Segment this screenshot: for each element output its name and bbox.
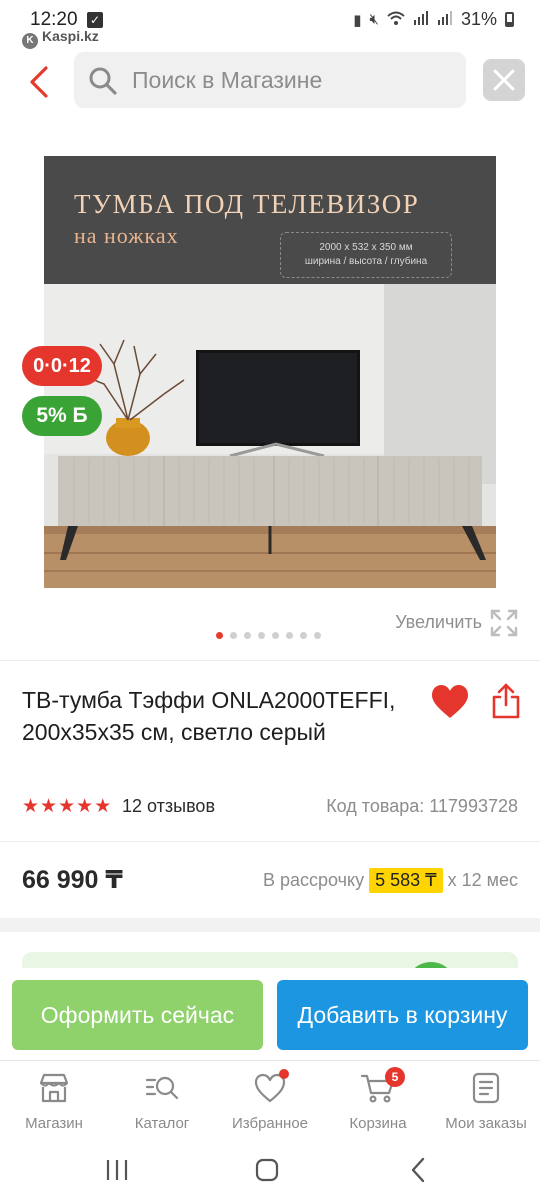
- tv-stand-photo: [44, 284, 496, 588]
- status-bar: 12:20 ✓ K Kaspi.kz ▮ 🔇︎ 31%: [0, 0, 540, 49]
- system-back-icon[interactable]: [399, 1154, 439, 1186]
- divider: [0, 841, 540, 842]
- status-indicators: ▮ 🔇︎ 31%: [353, 9, 514, 30]
- product-image-subtitle: на ножках: [74, 223, 179, 248]
- installment-prefix: В рассрочку: [262, 870, 365, 890]
- star-icon: ★: [58, 796, 76, 817]
- carousel-dot[interactable]: [286, 632, 293, 639]
- checkout-now-button[interactable]: Оформить сейчас: [12, 980, 263, 1050]
- section-divider: [0, 918, 540, 932]
- action-bar: Оформить сейчас Добавить в корзину: [0, 968, 540, 1060]
- orders-icon: [432, 1071, 540, 1105]
- carousel-dot[interactable]: [216, 632, 223, 639]
- kaspi-logo-icon: K: [22, 33, 38, 49]
- catalog-search-icon: [108, 1071, 216, 1105]
- cart-icon: [324, 1071, 432, 1105]
- dimensions-caption: ширина / высота / глубина: [304, 256, 428, 267]
- status-app-label: K Kaspi.kz: [22, 28, 99, 49]
- recent-apps-icon[interactable]: [97, 1154, 137, 1186]
- sim-icon: ▮: [353, 11, 362, 29]
- add-to-cart-button[interactable]: Добавить в корзину: [277, 980, 528, 1050]
- bottom-tab-bar: Магазин Каталог Избранное 5 Корзина Мои …: [0, 1060, 540, 1140]
- installment-amount: 5 583 ₸: [369, 868, 443, 893]
- close-icon: [493, 69, 515, 91]
- tab-cart[interactable]: 5 Корзина: [324, 1067, 432, 1132]
- status-app-name: Kaspi.kz: [42, 28, 99, 44]
- tab-shop[interactable]: Магазин: [0, 1071, 108, 1132]
- mute-icon: 🔇︎: [369, 11, 379, 28]
- signal-icon-1: [413, 10, 429, 29]
- heart-icon: [216, 1071, 324, 1105]
- tab-label: Мои заказы: [445, 1115, 527, 1132]
- product-image-title: ТУМБА ПОД ТЕЛЕВИЗОР: [74, 189, 420, 219]
- cart-count-badge: 5: [385, 1067, 405, 1087]
- wifi-icon: [387, 11, 405, 29]
- carousel-dot[interactable]: [258, 632, 265, 639]
- product-title: ТВ-тумба Тэффи ONLA2000TEFFI, 200x35x35 …: [22, 687, 396, 745]
- carousel-indicator: [216, 632, 321, 639]
- dimensions-value: 2000 x 532 x 350 мм: [319, 242, 413, 253]
- carousel-dot[interactable]: [272, 632, 279, 639]
- installment-suffix: x 12 мес: [447, 870, 518, 890]
- installment-info: В рассрочку 5 583 ₸ x 12 мес: [263, 868, 518, 893]
- rating-stars: ★ ★ ★ ★ ★: [22, 797, 111, 817]
- tab-label: Магазин: [25, 1115, 83, 1132]
- expand-icon[interactable]: [489, 608, 519, 643]
- share-icon[interactable]: [491, 683, 521, 724]
- tab-favorites[interactable]: Избранное: [216, 1069, 324, 1132]
- tab-label: Каталог: [134, 1115, 190, 1132]
- zoom-button-label[interactable]: Увеличить: [395, 612, 482, 633]
- shop-icon: [0, 1071, 108, 1105]
- signal-icon-2: [437, 10, 453, 29]
- star-icon: ★: [76, 796, 94, 817]
- star-icon: ★: [22, 796, 40, 817]
- search-icon: [88, 66, 118, 101]
- star-icon: ★: [40, 796, 58, 817]
- system-nav-bar: [0, 1140, 540, 1200]
- tab-orders[interactable]: Мои заказы: [432, 1071, 540, 1132]
- reviews-link[interactable]: 12 отзывов: [122, 796, 215, 817]
- installment-badge: 0·0·12: [22, 346, 102, 386]
- home-icon[interactable]: [247, 1154, 287, 1186]
- battery-percent: 31%: [460, 9, 497, 29]
- tab-label: Корзина: [349, 1115, 407, 1132]
- tab-catalog[interactable]: Каталог: [108, 1071, 216, 1132]
- back-button[interactable]: [24, 62, 56, 102]
- notification-check-icon: ✓: [87, 12, 103, 28]
- carousel-dot[interactable]: [244, 632, 251, 639]
- favorites-notification-dot: [279, 1069, 289, 1079]
- bonus-badge: 5% Б: [22, 396, 102, 436]
- tab-label: Избранное: [231, 1115, 309, 1132]
- chevron-left-icon: [30, 66, 48, 98]
- clear-search-button[interactable]: [483, 59, 525, 101]
- battery-icon: [505, 12, 514, 27]
- star-icon: ★: [94, 796, 112, 817]
- product-image[interactable]: ТУМБА ПОД ТЕЛЕВИЗОР на ножках 2000 x 532…: [44, 156, 496, 588]
- carousel-dot[interactable]: [314, 632, 321, 639]
- carousel-dot[interactable]: [300, 632, 307, 639]
- search-bar[interactable]: [74, 52, 466, 108]
- product-image-dimensions: 2000 x 532 x 350 мм ширина / высота / гл…: [280, 232, 452, 278]
- carousel-dot[interactable]: [230, 632, 237, 639]
- product-code: Код товара: 117993728: [326, 796, 518, 816]
- search-input[interactable]: [132, 52, 452, 108]
- product-image-banner: ТУМБА ПОД ТЕЛЕВИЗОР на ножках 2000 x 532…: [44, 156, 496, 284]
- favorite-heart-icon[interactable]: [430, 684, 470, 725]
- divider: [0, 660, 540, 661]
- product-price: 66 990 ₸: [22, 866, 123, 894]
